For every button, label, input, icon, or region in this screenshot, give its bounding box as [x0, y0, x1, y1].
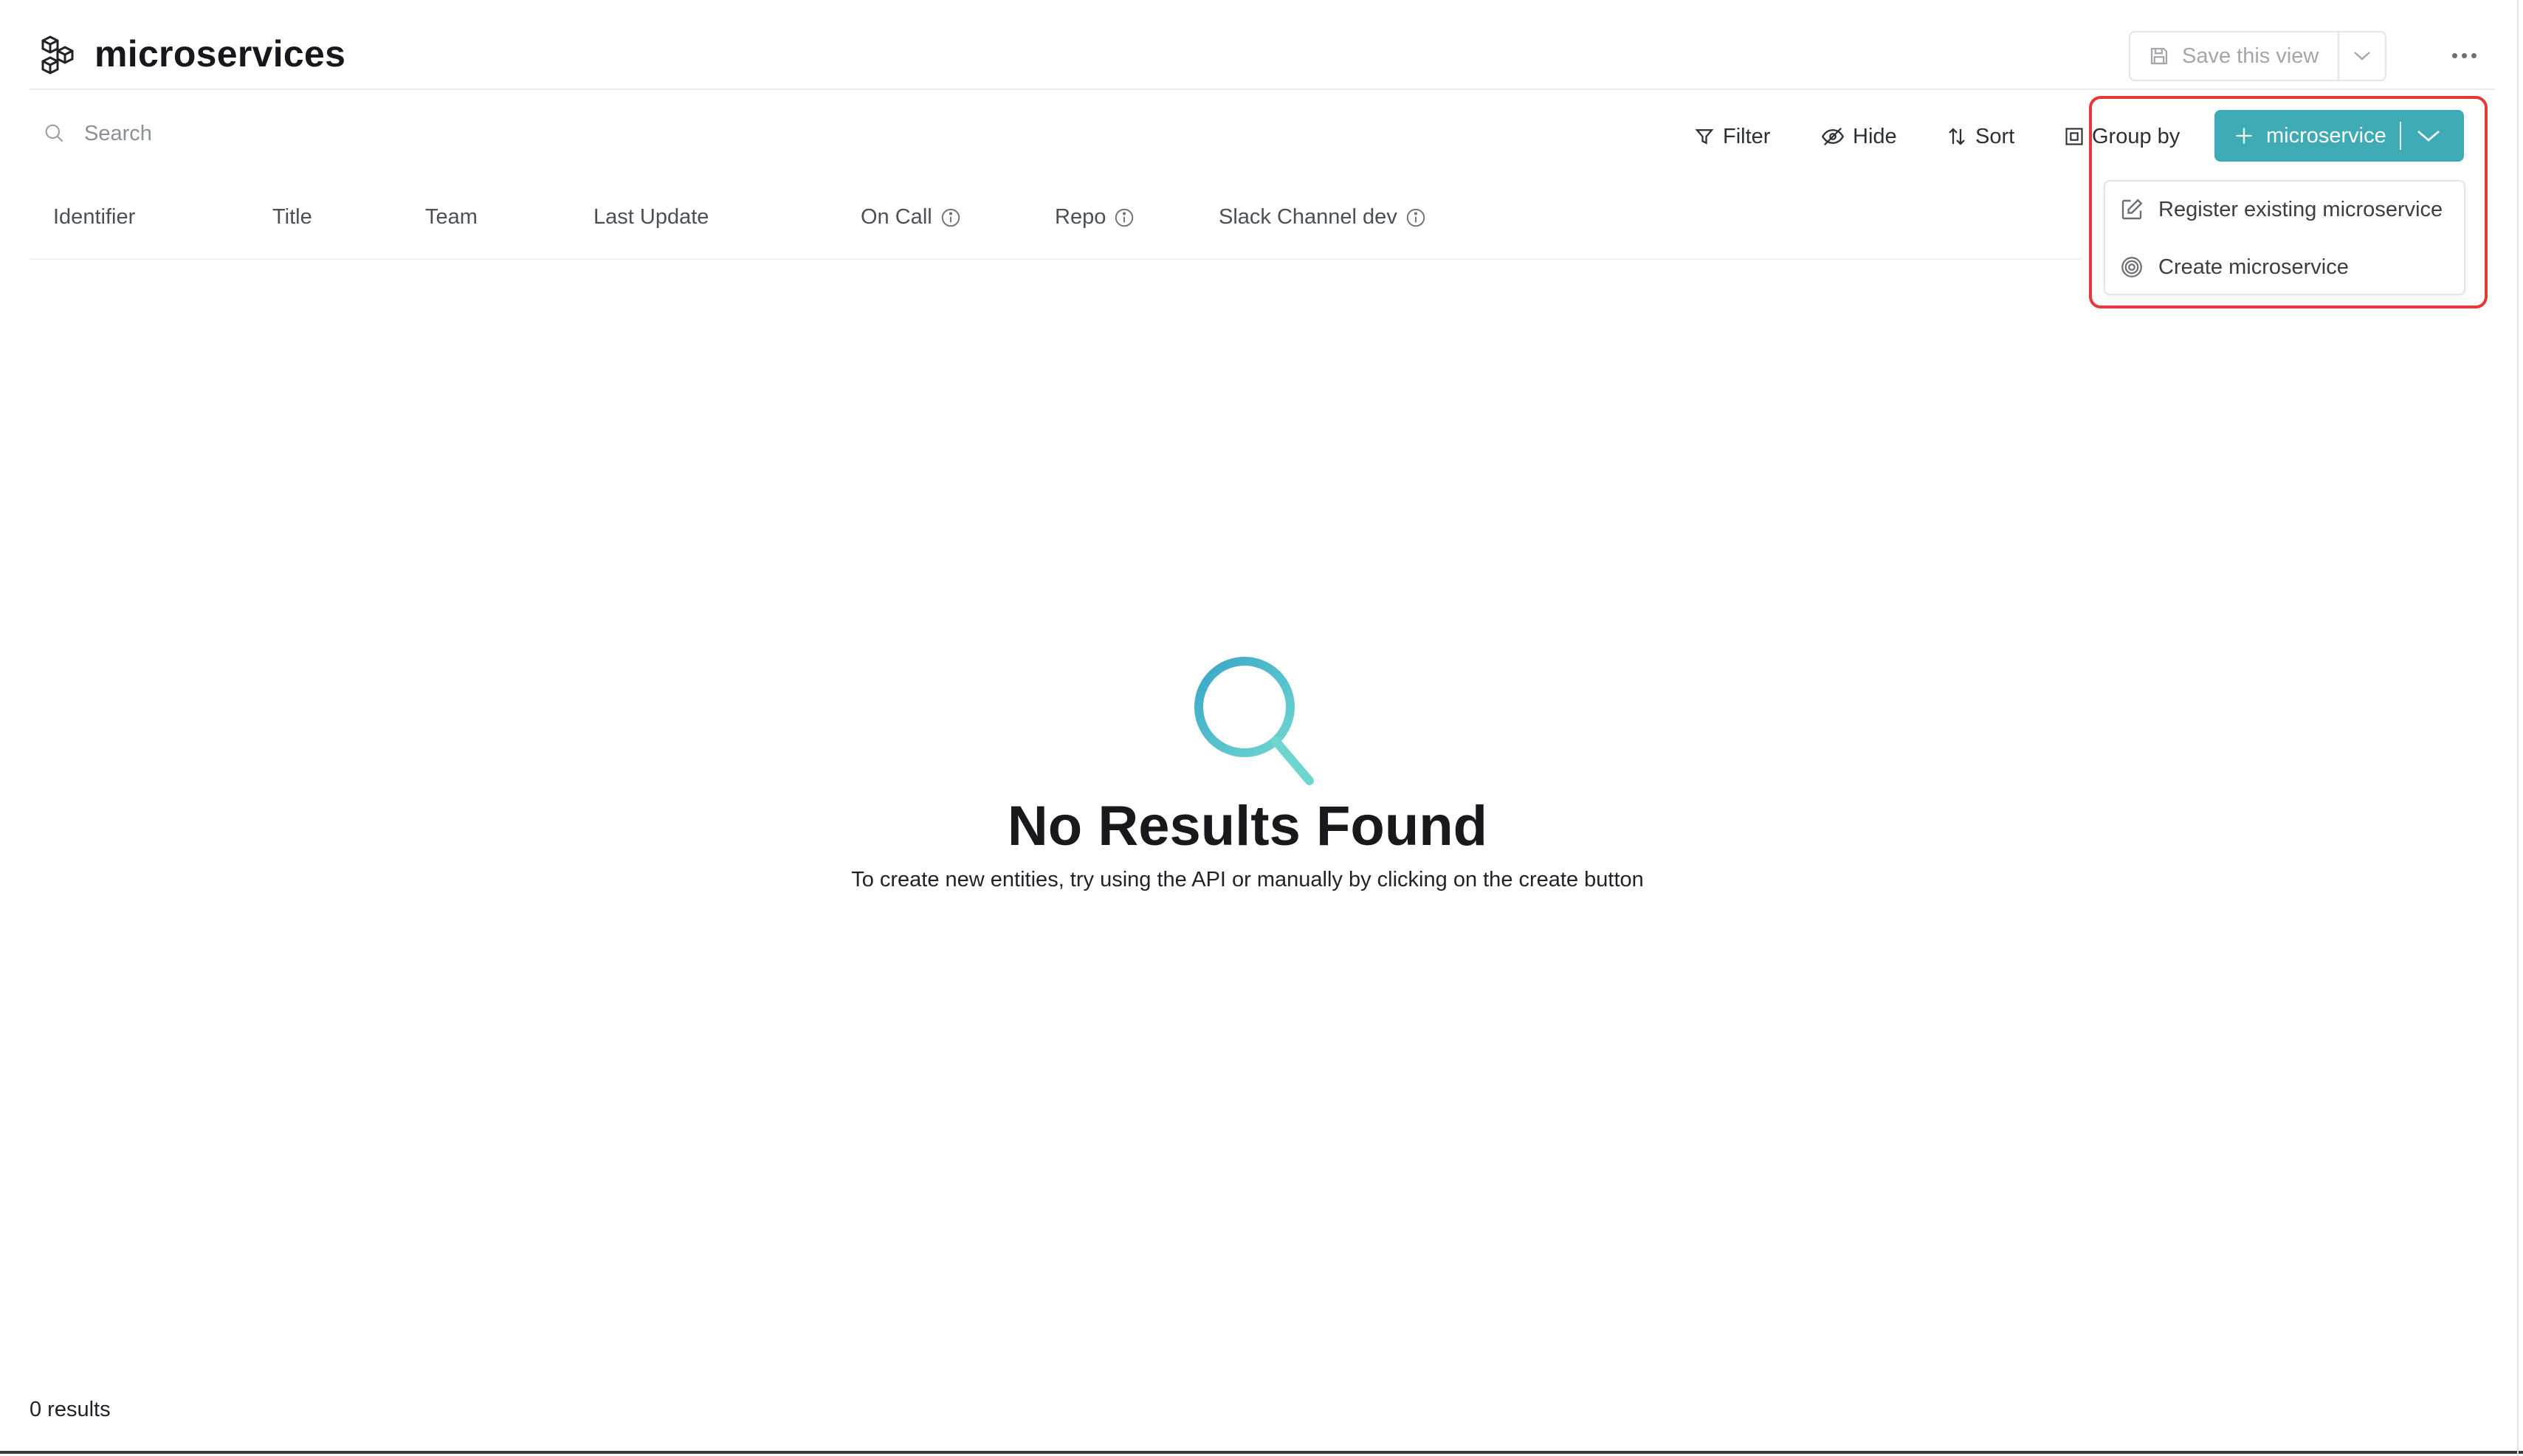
- info-icon[interactable]: [1405, 207, 1427, 229]
- save-view-dropdown-button[interactable]: [2339, 32, 2385, 80]
- sort-button[interactable]: Sort: [1946, 118, 2014, 155]
- save-view-button[interactable]: Save this view: [2130, 32, 2340, 80]
- page: microservices Save this view Search Filt…: [0, 0, 2523, 1456]
- hide-button[interactable]: Hide: [1820, 118, 1897, 155]
- button-separator: [2399, 122, 2401, 150]
- menu-item-register-existing[interactable]: Register existing microservice: [2118, 187, 2443, 232]
- create-button-label: microservice: [2266, 123, 2386, 148]
- save-icon: [2150, 47, 2168, 65]
- menu-item-label: Register existing microservice: [2158, 197, 2443, 221]
- column-label: Identifier: [53, 205, 136, 229]
- column-label: Team: [425, 205, 478, 229]
- column-label: Last Update: [593, 205, 709, 229]
- more-dot: [2451, 52, 2457, 58]
- column-header-team[interactable]: Team: [425, 205, 478, 230]
- column-header-slack-channel-dev[interactable]: Slack Channel dev: [1219, 205, 1427, 230]
- search-bar: [43, 115, 560, 152]
- hide-label: Hide: [1853, 124, 1897, 148]
- results-count: 0 results: [30, 1398, 111, 1421]
- more-options-button[interactable]: [2440, 38, 2488, 72]
- group-icon: [2065, 128, 2083, 145]
- column-header-on-call[interactable]: On Call: [861, 205, 962, 230]
- info-icon[interactable]: [940, 207, 962, 229]
- menu-item-label: Create microservice: [2158, 255, 2349, 279]
- info-icon[interactable]: [1113, 207, 1135, 229]
- sort-icon: [1949, 128, 1965, 145]
- page-header: microservices Save this view: [30, 0, 2495, 90]
- page-title: microservices: [94, 33, 346, 75]
- empty-state-description: To create new entities, try using the AP…: [851, 868, 1644, 891]
- group-by-label: Group by: [2092, 124, 2180, 148]
- eye-off-icon: [1821, 127, 1845, 146]
- create-dropdown-menu: Register existing microservice Create mi…: [2104, 180, 2465, 295]
- more-dot: [2471, 52, 2476, 58]
- column-header-last-update[interactable]: Last Update: [593, 205, 709, 230]
- chevron-down-icon: [2354, 52, 2371, 61]
- search-icon: [45, 124, 63, 142]
- more-dot: [2461, 52, 2467, 58]
- column-label: Title: [272, 205, 312, 229]
- group-by-button[interactable]: Group by: [2064, 118, 2180, 155]
- window-bottom-border: [0, 1451, 2523, 1454]
- column-header-repo[interactable]: Repo: [1055, 205, 1135, 230]
- search-input[interactable]: [83, 120, 529, 147]
- plus-icon: [2236, 128, 2252, 144]
- menu-item-create[interactable]: Create microservice: [2118, 245, 2349, 289]
- column-header-title[interactable]: Title: [272, 205, 312, 230]
- column-label: Repo: [1055, 205, 1106, 229]
- filter-icon: [1695, 129, 1714, 145]
- target-icon: [2121, 257, 2142, 277]
- filter-button[interactable]: Filter: [1693, 118, 1770, 155]
- magnifier-icon: [1181, 655, 1314, 788]
- save-view-group: Save this view: [2129, 31, 2387, 81]
- save-view-label: Save this view: [2182, 44, 2319, 68]
- sort-label: Sort: [1975, 124, 2015, 148]
- chevron-down-icon[interactable]: [2416, 128, 2441, 143]
- edit-icon: [2121, 199, 2143, 220]
- filter-label: Filter: [1723, 124, 1771, 148]
- column-header-identifier[interactable]: Identifier: [53, 205, 135, 230]
- table-header: Identifier Title Team Last Update On Cal…: [30, 192, 2082, 260]
- empty-state-title: No Results Found: [1007, 795, 1488, 858]
- window-right-border: [2517, 0, 2519, 1456]
- create-microservice-button[interactable]: microservice: [2214, 110, 2464, 162]
- cubes-icon: [40, 34, 77, 77]
- column-label: Slack Channel dev: [1219, 205, 1397, 229]
- column-label: On Call: [861, 205, 932, 229]
